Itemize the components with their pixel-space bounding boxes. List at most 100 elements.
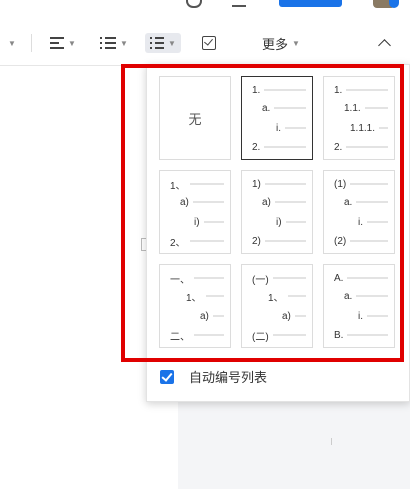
list-marker: 1、 — [186, 292, 202, 304]
placeholder-line — [264, 146, 306, 148]
placeholder-line — [194, 277, 224, 279]
list-style-line: 1.1.1. — [324, 121, 394, 135]
list-marker: B. — [334, 329, 344, 341]
placeholder-line — [350, 183, 388, 185]
toolbar: ▼ ▼ ▼ ▼ 更多 ▼ — [0, 20, 410, 66]
placeholder-line — [272, 277, 306, 279]
list-marker: (二) — [252, 331, 269, 343]
none-label: 无 — [188, 111, 202, 127]
placeholder-line — [264, 240, 306, 242]
list-marker: 2. — [334, 141, 343, 153]
chevron-down-icon: ▼ — [168, 38, 176, 48]
checkbox-icon — [202, 36, 216, 50]
list-marker: i. — [276, 122, 281, 134]
list-style-option[interactable]: 1. a. i. 2. — [241, 76, 313, 160]
list-marker: a) — [282, 310, 291, 322]
list-style-option[interactable]: A. a. i. B. — [323, 264, 395, 348]
history-icon[interactable] — [186, 0, 202, 8]
share-button[interactable] — [279, 0, 342, 7]
list-style-option[interactable]: 一、 1、 a) 二、 — [159, 264, 231, 348]
list-marker: 1) — [252, 178, 261, 190]
collapse-toolbar-button[interactable] — [378, 20, 391, 66]
list-marker: 1. — [252, 84, 261, 96]
list-marker: a) — [180, 196, 189, 208]
task-list-button[interactable] — [202, 20, 216, 66]
list-style-line: 2. — [324, 140, 394, 154]
list-style-line: (1) — [324, 177, 394, 191]
list-style-line: i. — [324, 309, 394, 323]
list-style-line: 一、 — [160, 271, 230, 286]
placeholder-line — [264, 183, 306, 185]
list-style-line: i) — [160, 215, 230, 229]
bullet-list-button[interactable]: ▼ — [100, 20, 128, 66]
list-style-line: (一) — [242, 271, 312, 286]
placeholder-line — [356, 295, 388, 297]
placeholder-line — [285, 221, 306, 223]
list-style-line: (2) — [324, 234, 394, 248]
placeholder-line — [287, 295, 306, 297]
toolbar-divider — [31, 34, 32, 52]
list-style-option[interactable]: 1. 1.1. 1.1.1. 2. — [323, 76, 395, 160]
auto-number-label: 自动编号列表 — [189, 370, 268, 385]
list-style-line: 1. — [324, 83, 394, 97]
numbered-list-button[interactable]: ▼ — [145, 20, 181, 66]
list-marker: a. — [344, 290, 353, 302]
ruler-tick — [331, 438, 332, 445]
list-style-line: B. — [324, 328, 394, 342]
numbered-list-icon — [150, 37, 164, 49]
auto-number-checkbox[interactable] — [160, 369, 174, 384]
placeholder-line — [346, 89, 388, 91]
placeholder-line — [350, 240, 388, 242]
comment-icon[interactable] — [232, 0, 246, 7]
list-style-line: 2、 — [160, 234, 230, 249]
more-button[interactable]: 更多 ▼ — [262, 20, 300, 66]
status-dot-icon — [389, 0, 399, 8]
list-marker: 二、 — [170, 331, 190, 343]
list-style-line: a. — [324, 195, 394, 209]
align-button[interactable]: ▼ — [50, 20, 76, 66]
list-style-option[interactable]: (一) 1、 a) (二) — [241, 264, 313, 348]
placeholder-line — [367, 315, 388, 317]
align-left-icon — [50, 37, 64, 49]
list-style-line: 1.1. — [324, 101, 394, 115]
list-marker: i. — [358, 310, 363, 322]
list-style-line: 1、 — [160, 177, 230, 192]
placeholder-line — [364, 107, 388, 109]
list-style-line: 二、 — [160, 328, 230, 343]
list-style-line: a) — [160, 309, 230, 323]
list-marker: 1.1.1. — [350, 122, 376, 134]
list-style-line: i) — [242, 215, 312, 229]
list-style-line: 1) — [242, 177, 312, 191]
prev-dropdown-caret-icon[interactable]: ▼ — [4, 20, 16, 66]
list-style-option[interactable]: 1) a) i) 2) — [241, 170, 313, 254]
list-style-option[interactable]: 1、 a) i) 2、 — [159, 170, 231, 254]
list-style-none[interactable]: 无 — [159, 76, 231, 160]
list-marker: 2、 — [170, 237, 186, 249]
placeholder-line — [189, 183, 224, 185]
chevron-down-icon: ▼ — [292, 38, 300, 48]
auto-number-option[interactable]: 自动编号列表 — [160, 367, 267, 386]
list-style-line: a. — [324, 289, 394, 303]
placeholder-line — [189, 240, 224, 242]
placeholder-line — [356, 201, 388, 203]
list-marker: 2) — [252, 235, 261, 247]
list-style-line: a) — [242, 195, 312, 209]
placeholder-line — [294, 315, 306, 317]
placeholder-line — [347, 277, 388, 279]
list-style-option[interactable]: (1) a. i. (2) — [323, 170, 395, 254]
list-style-line: i. — [242, 121, 312, 135]
list-style-line: a. — [242, 101, 312, 115]
list-marker: A. — [334, 272, 344, 284]
placeholder-line — [379, 127, 388, 129]
list-marker: 1、 — [268, 292, 284, 304]
list-marker: a) — [200, 310, 209, 322]
list-style-line: 2. — [242, 140, 312, 154]
chevron-down-icon: ▼ — [68, 38, 76, 48]
list-style-line: 1. — [242, 83, 312, 97]
placeholder-line — [205, 295, 224, 297]
list-marker: (2) — [334, 235, 347, 247]
placeholder-line — [274, 107, 306, 109]
top-bar — [0, 0, 410, 20]
placeholder-line — [194, 334, 224, 336]
list-marker: (1) — [334, 178, 347, 190]
